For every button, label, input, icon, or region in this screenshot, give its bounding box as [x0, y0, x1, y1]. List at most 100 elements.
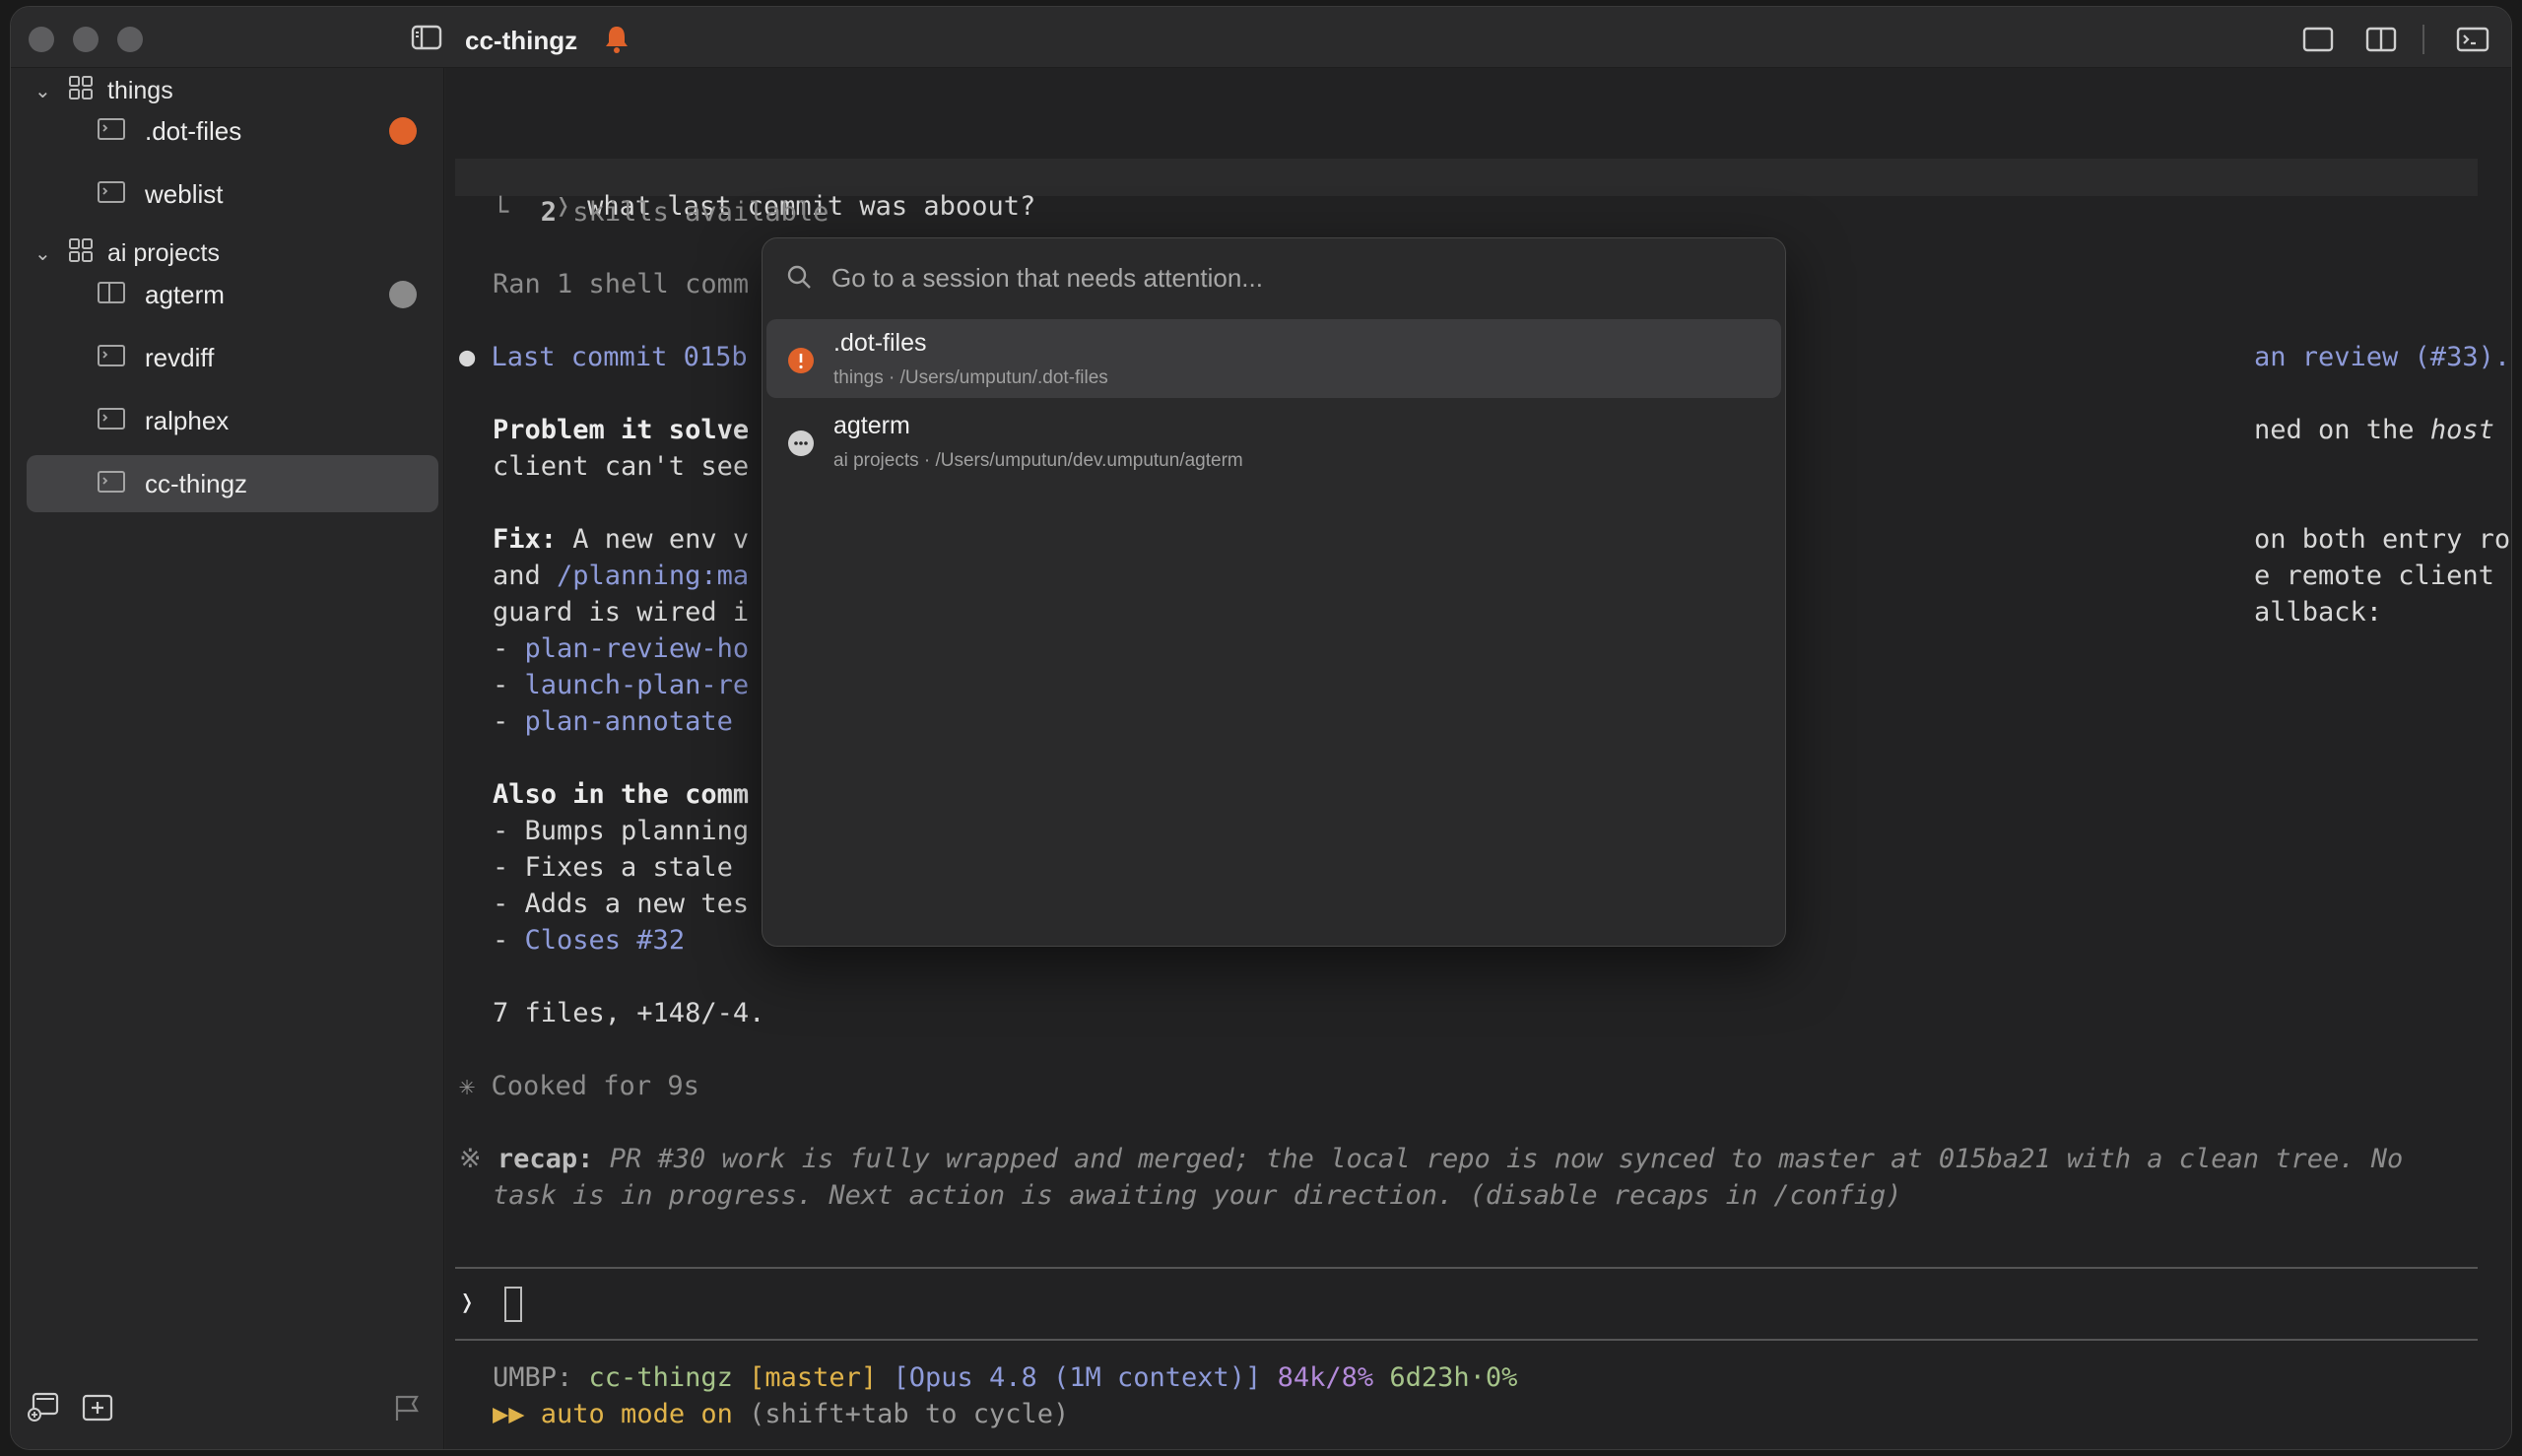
session-palette: .dot-files things · /Users/umputun/.dot-…	[762, 237, 1786, 947]
chevron-down-icon: ⌄	[34, 242, 51, 265]
sidebar-group-label: ai projects	[107, 238, 220, 267]
grid-icon	[68, 237, 94, 270]
last-commit-tail[interactable]: an review (#33).	[2254, 342, 2510, 372]
sidebar-item-ralphex[interactable]: ralphex	[27, 392, 438, 449]
palette-search-input[interactable]	[831, 256, 1718, 299]
commit-link[interactable]: Last commit 015b	[492, 342, 748, 372]
bell-icon[interactable]	[604, 25, 630, 59]
sidebar-item-label: weblist	[145, 178, 224, 209]
problem-tail-b: terminal, which a remote	[2494, 415, 2511, 445]
fix-line: Fix: A new env v	[493, 524, 749, 555]
window-title: cc-thingz	[465, 26, 578, 55]
palette-item-agterm[interactable]: agterm ai projects · /Users/umputun/dev.…	[766, 402, 1781, 481]
palette-item-path: ai projects · /Users/umputun/dev.umputun…	[833, 450, 1243, 471]
ellipsis-icon	[788, 430, 814, 456]
sidebar-item-label: cc-thingz	[145, 468, 248, 498]
split-pane-icon[interactable]	[2365, 27, 2397, 57]
list-item: - launch-plan-re	[493, 670, 750, 700]
palette-item-name: agterm	[833, 412, 910, 439]
sidebar-item-dot-files[interactable]: .dot-files	[27, 102, 438, 160]
recap-label: recap:	[497, 1144, 594, 1174]
file-link[interactable]: plan-review-ho	[525, 633, 750, 664]
chevron-down-icon: ⌄	[34, 80, 51, 102]
terminal-icon	[98, 406, 125, 436]
terminal-icon[interactable]	[2456, 27, 2489, 57]
mode-hint: (shift+tab to cycle)	[749, 1399, 1070, 1429]
also-head: Also in the comm	[493, 779, 750, 810]
status-branch: [master]	[749, 1362, 878, 1393]
terminal-icon	[98, 469, 125, 499]
and-line: and /planning:ma	[493, 561, 749, 591]
status-time: 6d23h·0%	[1389, 1362, 1518, 1393]
prompt-divider-bottom	[455, 1339, 2478, 1341]
add-group-icon[interactable]	[82, 1393, 113, 1427]
list-item: - plan-review-ho	[493, 633, 750, 664]
status-tokens: 84k/8%	[1277, 1362, 1374, 1393]
titlebar: cc-thingz	[11, 7, 2511, 68]
and-tail: e remote client can actually act on. The	[2254, 561, 2511, 591]
waiting-dot-icon	[389, 281, 417, 308]
mode-text: auto mode on	[540, 1399, 733, 1429]
sidebar-item-label: agterm	[145, 279, 225, 309]
recap-text: PR #30 work is fully wrapped and merged;…	[593, 1144, 2404, 1174]
problem-head: Problem it solve	[493, 415, 750, 445]
terminal-icon	[98, 116, 125, 147]
attention-dot-icon	[389, 117, 417, 145]
alert-icon	[788, 348, 814, 373]
new-session-icon[interactable]	[27, 1391, 60, 1427]
cooked-line: ✳ Cooked for 9s	[459, 1071, 699, 1101]
sidebar-item-label: revdiff	[145, 342, 215, 372]
status-model: [Opus 4.8 (1M context)]	[893, 1362, 1262, 1393]
sidebar-item-agterm[interactable]: agterm	[27, 266, 438, 323]
list-item: - Fixes a stale	[493, 852, 733, 883]
list-item: - Bumps planning	[493, 816, 750, 846]
fix-tail: on both entry routes (the ExitPlanMode h…	[2254, 524, 2511, 555]
zoom-window-button[interactable]	[117, 27, 143, 52]
list-item: - plan-annotate	[493, 706, 733, 737]
mode-line: ▶▶ auto mode on (shift+tab to cycle)	[493, 1399, 1069, 1429]
prompt-divider-top	[455, 1267, 2478, 1269]
input-cursor[interactable]	[504, 1287, 522, 1322]
list-item: - Closes #32	[493, 925, 685, 956]
problem-tail-a: ned on the	[2254, 415, 2430, 445]
divider	[2422, 25, 2424, 54]
sidebar-item-weblist[interactable]: weblist	[27, 165, 438, 223]
minimize-window-button[interactable]	[73, 27, 99, 52]
cooked-text: Cooked for 9s	[491, 1071, 699, 1101]
issue-link[interactable]: Closes #32	[525, 925, 686, 956]
split-view-icon	[98, 280, 125, 310]
close-window-button[interactable]	[29, 27, 54, 52]
terminal-icon	[98, 343, 125, 373]
file-link[interactable]: plan-annotate	[525, 706, 733, 737]
skills-line: └ 2 skills available	[493, 197, 830, 228]
and-text: and	[493, 561, 558, 591]
fix-head: Fix:	[493, 524, 558, 555]
status-dir: cc-thingz	[588, 1362, 733, 1393]
sidebar-item-label: ralphex	[145, 405, 230, 435]
mode-arrows: ▶▶	[493, 1399, 525, 1429]
client-line: client can't see	[493, 451, 750, 482]
sidebar: ⌄ things .dot-files weblist ⌄ ai project…	[11, 68, 444, 1449]
problem-tail: ned on the host terminal, which a remote	[2254, 415, 2511, 445]
search-icon	[786, 264, 812, 295]
app-window: cc-thingz ⌄ things .dot-files weblist ⌄ …	[10, 6, 2512, 1450]
single-pane-icon[interactable]	[2302, 27, 2334, 57]
file-link[interactable]: launch-plan-re	[525, 670, 750, 700]
problem-tail-host: host	[2429, 415, 2494, 445]
status-host: UMBP:	[493, 1362, 573, 1393]
palette-search	[763, 238, 1785, 315]
palette-item-name: .dot-files	[833, 329, 927, 357]
guard-line: guard is wired i	[493, 597, 750, 628]
list-item: - Adds a new tes	[493, 889, 750, 919]
sidebar-item-cc-thingz[interactable]: cc-thingz	[27, 455, 438, 512]
planning-link[interactable]: /planning:ma	[557, 561, 749, 591]
sidebar-toggle-icon[interactable]	[411, 25, 442, 55]
flag-icon[interactable]	[393, 1393, 421, 1427]
recap-line-2: task is in progress. Next action is awai…	[493, 1180, 1902, 1211]
sidebar-item-revdiff[interactable]: revdiff	[27, 329, 438, 386]
list-prefix: -	[493, 925, 525, 956]
last-commit-line: ● Last commit 015b	[459, 342, 748, 372]
palette-item-dot-files[interactable]: .dot-files things · /Users/umputun/.dot-…	[766, 319, 1781, 398]
sidebar-group-label: things	[107, 76, 173, 104]
input-caret: ❭	[459, 1288, 476, 1318]
